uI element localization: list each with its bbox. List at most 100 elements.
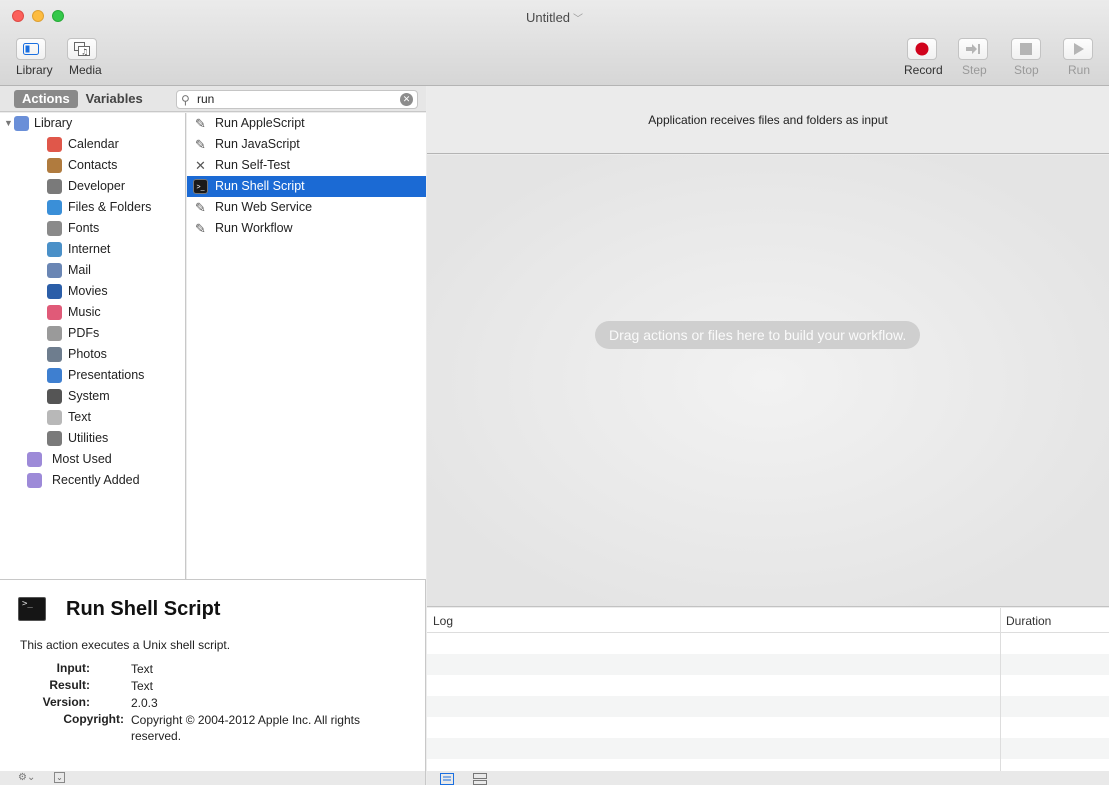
log-row [427, 738, 1109, 759]
category-label: Utilities [68, 431, 109, 445]
description-title: Run Shell Script [66, 598, 221, 620]
library-search-input[interactable]: ⚲ run ✕ [176, 90, 418, 109]
library-icon [14, 116, 29, 131]
script-icon: ✎ [195, 116, 206, 131]
category-label: Most Used [52, 452, 112, 466]
stop-button[interactable] [1011, 38, 1041, 60]
action-item-run-web-service[interactable]: ✎ Run Web Service [187, 197, 426, 218]
description-toggle-icon[interactable]: ⌄ [54, 772, 65, 783]
sidebar-icon [23, 43, 39, 55]
column-divider[interactable] [1000, 608, 1001, 771]
window-title[interactable]: Untitled ﹀ [0, 10, 1109, 25]
category-label: System [68, 389, 110, 403]
action-label: Run Workflow [215, 221, 293, 235]
search-query: run [197, 92, 215, 106]
workflow-bottom-bar [427, 771, 1109, 785]
category-label: Music [68, 305, 101, 319]
category-item-system[interactable]: System [0, 386, 185, 407]
category-item-internet[interactable]: Internet [0, 239, 185, 260]
stop-label: Stop [1014, 63, 1039, 77]
smart-folder-icon [27, 452, 42, 467]
category-label: Library [34, 116, 73, 130]
fonts-icon [47, 221, 62, 236]
category-item-presentations[interactable]: Presentations [0, 365, 185, 386]
step-button[interactable] [958, 38, 988, 60]
library-toggle-button[interactable] [16, 38, 46, 60]
log-table: Log Duration [427, 608, 1109, 771]
action-item-run-self-test[interactable]: ✕ Run Self-Test [187, 155, 426, 176]
category-label: Text [68, 410, 91, 424]
category-label: Fonts [68, 221, 100, 235]
category-item-mail[interactable]: Mail [0, 260, 185, 281]
log-header: Log Duration [427, 608, 1109, 633]
step-label: Step [962, 63, 987, 77]
script-icon: ✎ [195, 221, 206, 236]
category-label: Contacts [68, 158, 118, 172]
action-list: ✎ Run AppleScript ✎ Run JavaScript ✕ Run Self… [187, 113, 426, 579]
category-label: Mail [68, 263, 91, 277]
category-item-contacts[interactable]: Contacts [0, 155, 185, 176]
category-label: Files & Folders [68, 200, 152, 214]
copyright-key: Copyright: [63, 712, 124, 726]
workflow-placeholder: Drag actions or files here to build your… [595, 321, 921, 349]
disclosure-triangle-icon[interactable]: ▼ [4, 113, 13, 134]
list-view-icon[interactable] [440, 773, 454, 785]
action-label: Run JavaScript [215, 137, 300, 151]
record-button[interactable] [907, 38, 937, 60]
action-item-run-javascript[interactable]: ✎ Run JavaScript [187, 134, 426, 155]
action-label: Run AppleScript [215, 116, 305, 130]
action-label: Run Self-Test [215, 158, 291, 172]
smart-folder-icon [27, 473, 42, 488]
version-key: Version: [42, 695, 90, 709]
mail-icon [47, 263, 62, 278]
category-item-fonts[interactable]: Fonts [0, 218, 185, 239]
clear-search-icon[interactable]: ✕ [400, 93, 413, 106]
category-label: Internet [68, 242, 111, 256]
contacts-icon [47, 158, 62, 173]
category-item-library[interactable]: ▼ Library [0, 113, 185, 134]
pdf-icon [47, 326, 62, 341]
category-item-pdfs[interactable]: PDFs [0, 323, 185, 344]
log-row [427, 696, 1109, 717]
category-item-recently-added[interactable]: Recently Added [0, 470, 185, 491]
duration-column-header[interactable]: Duration [1006, 614, 1051, 628]
action-item-run-shell-script[interactable]: >_ Run Shell Script [187, 176, 426, 197]
workflow-canvas[interactable]: Drag actions or files here to build your… [427, 155, 1109, 607]
tools-icon [47, 431, 62, 446]
photos-icon [47, 347, 62, 362]
variables-view-icon[interactable] [473, 773, 487, 785]
log-row [427, 654, 1109, 675]
play-icon [1074, 43, 1084, 55]
category-item-movies[interactable]: Movies [0, 281, 185, 302]
category-item-most-used[interactable]: Most Used [0, 449, 185, 470]
category-item-music[interactable]: Music [0, 302, 185, 323]
log-column-header[interactable]: Log [433, 614, 453, 628]
svg-text:♫: ♫ [81, 48, 88, 57]
media-toolbar-label: Media [69, 63, 102, 77]
run-label: Run [1068, 63, 1091, 77]
category-item-photos[interactable]: Photos [0, 344, 185, 365]
category-label: Recently Added [52, 473, 140, 487]
actions-tab[interactable]: Actions [14, 90, 78, 108]
action-item-run-applescript[interactable]: ✎ Run AppleScript [187, 113, 426, 134]
library-header: Actions Variables ⚲ run ✕ [0, 86, 426, 112]
category-item-calendar[interactable]: Calendar [0, 134, 185, 155]
run-button[interactable] [1063, 38, 1093, 60]
search-icon: ⚲ [181, 93, 190, 107]
variables-tab[interactable]: Variables [78, 90, 151, 108]
input-value: Text [131, 662, 154, 676]
tools-icon [47, 179, 62, 194]
media-icon: ♫ [74, 42, 90, 56]
terminal-icon: >_ [193, 179, 208, 194]
media-button[interactable]: ♫ [67, 38, 97, 60]
action-label: Run Web Service [215, 200, 313, 214]
category-item-text[interactable]: Text [0, 407, 185, 428]
category-item-developer[interactable]: Developer [0, 176, 185, 197]
version-value: 2.0.3 [131, 696, 158, 710]
copyright-value: Copyright © 2004-2012 Apple Inc. All rig… [131, 713, 360, 743]
gear-icon[interactable]: ⚙⌄ [18, 771, 35, 785]
category-item-files-folders[interactable]: Files & Folders [0, 197, 185, 218]
action-item-run-workflow[interactable]: ✎ Run Workflow [187, 218, 426, 239]
category-item-utilities[interactable]: Utilities [0, 428, 185, 449]
step-icon [966, 44, 980, 54]
